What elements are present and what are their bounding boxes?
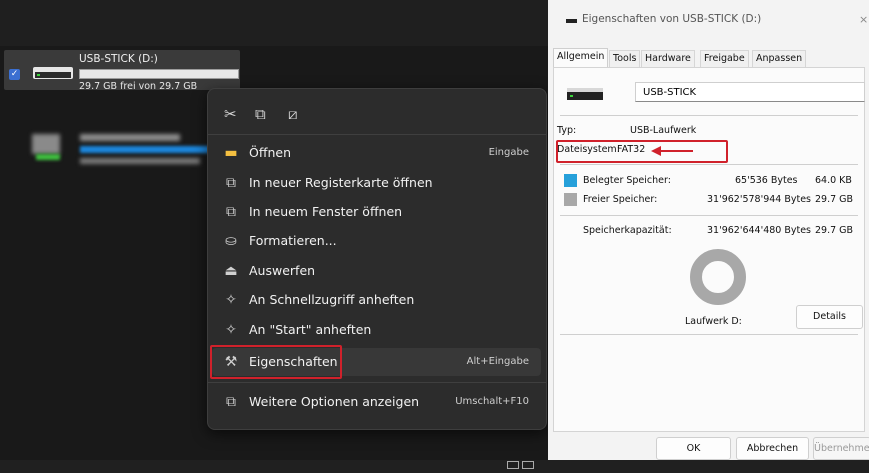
free-space-size: 29.7 GB <box>815 194 854 205</box>
menu-item-open[interactable]: ▬ Öffnen Eingabe <box>212 139 541 167</box>
eject-icon: ⏏ <box>224 263 238 279</box>
used-space-label: Belegter Speicher: <box>583 175 671 186</box>
tab-general[interactable]: Allgemein <box>553 48 609 68</box>
menu-item-shortcut: Alt+Eingabe <box>466 356 529 367</box>
usb-drive-icon <box>567 88 603 100</box>
usb-drive-item[interactable]: ✓ USB-STICK (D:) 29.7 GB frei von 29.7 G… <box>4 50 240 92</box>
volume-name-input[interactable]: USB-STICK <box>635 82 865 102</box>
free-space-label: Freier Speicher: <box>583 194 658 205</box>
filesystem-highlight-box <box>556 140 728 163</box>
menu-item-label: Formatieren... <box>249 233 337 248</box>
pin-start-icon: ✧ <box>225 322 237 338</box>
blurred-drive-name <box>80 134 180 141</box>
tiles-view-icon[interactable] <box>522 461 534 469</box>
divider <box>560 215 858 216</box>
tab-tools[interactable]: Tools <box>609 50 641 67</box>
cut-icon[interactable]: ✂ <box>224 105 237 123</box>
menu-item-shortcut: Eingabe <box>488 147 529 158</box>
more-options-icon: ⧉ <box>226 394 236 410</box>
capacity-bytes: 31'962'644'480 Bytes <box>707 225 811 236</box>
blurred-usage-bar <box>80 146 220 153</box>
menu-item-label: An Schnellzugriff anheften <box>249 292 415 307</box>
pin-icon: ✧ <box>225 292 237 308</box>
properties-dialog: Eigenschaften von USB-STICK (D:) × Allge… <box>548 0 869 460</box>
menu-separator <box>208 134 546 135</box>
blurred-free-text <box>80 158 200 164</box>
drive-icon <box>32 134 60 154</box>
menu-item-open-new-tab[interactable]: ⧉ In neuer Registerkarte öffnen <box>212 169 541 197</box>
menu-item-label: In neuem Fenster öffnen <box>249 204 403 219</box>
details-button[interactable]: Details <box>796 305 863 329</box>
menu-separator <box>208 382 546 383</box>
menu-item-format[interactable]: ⛀ Formatieren... <box>212 227 541 255</box>
dialog-title: Eigenschaften von USB-STICK (D:) <box>582 13 762 25</box>
tab-customize[interactable]: Anpassen <box>752 50 807 67</box>
format-icon: ⛀ <box>225 233 237 249</box>
general-panel: USB-STICK Typ: USB-Laufwerk Dateisystem:… <box>553 67 865 432</box>
divider <box>560 334 858 335</box>
menu-item-label: An "Start" anheften <box>249 322 372 337</box>
used-space-bytes: 65'536 Bytes <box>735 175 798 186</box>
menu-item-open-new-window[interactable]: ⧉ In neuem Fenster öffnen <box>212 198 541 226</box>
capacity-label: Speicherkapazität: <box>583 225 672 236</box>
type-label: Typ: <box>557 125 577 136</box>
details-view-icon[interactable] <box>507 461 519 469</box>
capacity-size: 29.7 GB <box>815 225 854 236</box>
tab-hardware[interactable]: Hardware <box>641 50 695 67</box>
menu-item-pin-start[interactable]: ✧ An "Start" anheften <box>212 316 541 344</box>
copy-icon[interactable]: ⧉ <box>255 105 266 123</box>
drive-icon <box>566 19 577 23</box>
type-value: USB-Laufwerk <box>630 125 697 136</box>
divider <box>560 115 858 116</box>
menu-item-label: Öffnen <box>249 145 291 160</box>
used-space-swatch <box>564 174 577 187</box>
blurred-drive-item[interactable] <box>26 128 220 174</box>
usb-drive-icon <box>33 67 73 79</box>
new-tab-icon: ⧉ <box>226 175 236 191</box>
view-toggle-icons[interactable] <box>507 454 537 469</box>
menu-item-more-options[interactable]: ⧉ Weitere Optionen anzeigen Umschalt+F10 <box>212 388 541 416</box>
dialog-tabs: Allgemein Tools Hardware Freigabe Anpass… <box>548 48 869 68</box>
free-space-swatch <box>564 193 577 206</box>
folder-icon: ▬ <box>224 145 238 161</box>
menu-item-label: Auswerfen <box>249 263 316 278</box>
drive-free-space: 29.7 GB frei von 29.7 GB <box>79 81 198 92</box>
divider <box>560 164 858 165</box>
properties-highlight-box <box>210 345 342 379</box>
dialog-titlebar: Eigenschaften von USB-STICK (D:) × <box>548 0 869 40</box>
explorer-header <box>0 0 548 46</box>
menu-item-eject[interactable]: ⏏ Auswerfen <box>212 257 541 285</box>
tab-sharing[interactable]: Freigabe <box>700 50 749 67</box>
menu-item-pin-quick-access[interactable]: ✧ An Schnellzugriff anheften <box>212 286 541 314</box>
quick-actions: ✂ ⧉ ⧄ <box>208 99 328 129</box>
drive-usage-bar <box>79 69 239 79</box>
menu-item-shortcut: Umschalt+F10 <box>455 396 529 407</box>
cancel-button[interactable]: Abbrechen <box>736 437 809 460</box>
ok-button[interactable]: OK <box>656 437 731 460</box>
used-space-size: 64.0 KB <box>815 175 852 186</box>
drive-letter-label: Laufwerk D: <box>685 316 742 327</box>
menu-item-label: Weitere Optionen anzeigen <box>249 394 420 409</box>
rename-icon[interactable]: ⧄ <box>288 105 298 123</box>
menu-item-label: In neuer Registerkarte öffnen <box>249 175 433 190</box>
drive-checkbox[interactable]: ✓ <box>9 69 20 80</box>
usage-donut-chart <box>690 249 746 305</box>
drive-led <box>36 154 60 160</box>
close-icon[interactable]: × <box>859 13 868 26</box>
drive-name: USB-STICK (D:) <box>79 53 158 65</box>
apply-button[interactable]: Übernehmen <box>813 437 869 460</box>
new-window-icon: ⧉ <box>226 204 236 220</box>
free-space-bytes: 31'962'578'944 Bytes <box>707 194 811 205</box>
